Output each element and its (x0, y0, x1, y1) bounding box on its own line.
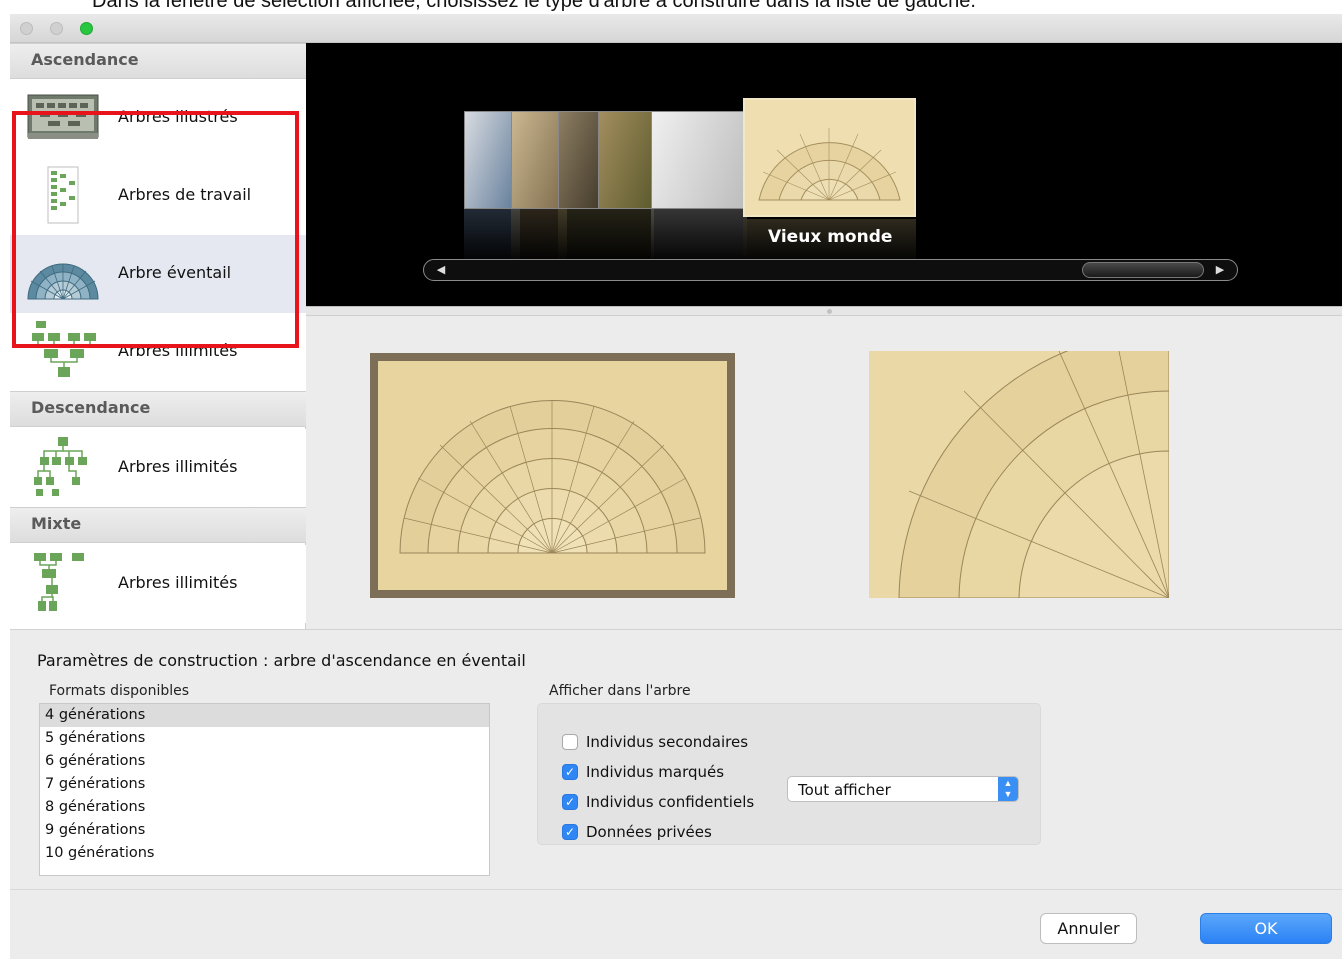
detail-preview (869, 351, 1169, 598)
reflection (558, 209, 654, 265)
close-button[interactable] (20, 22, 33, 35)
format-item[interactable]: 9 générations (40, 819, 489, 842)
chevron-updown-icon[interactable]: ▲ ▼ (998, 777, 1018, 801)
checkbox-marques[interactable]: ✓ (562, 764, 578, 780)
divider (10, 629, 1342, 630)
pane-splitter[interactable] (306, 306, 1342, 316)
sidebar-item-label: Arbres illimités (118, 341, 238, 360)
ok-button[interactable]: OK (1200, 913, 1332, 944)
fan-tree-icon (27, 263, 99, 300)
format-item[interactable]: 8 générations (40, 796, 489, 819)
option-label: Données privées (586, 823, 712, 841)
tree-selection-window: Ascendance Arbres illustrés Arbres de tr… (10, 14, 1342, 959)
format-item[interactable]: 4 générations (40, 704, 489, 727)
style-thumbnail-5[interactable] (651, 111, 747, 209)
style-thumbnail-4[interactable] (598, 111, 654, 209)
params-title: Paramètres de construction : arbre d'asc… (37, 651, 526, 670)
reflection (651, 209, 747, 265)
zoom-button[interactable] (80, 22, 93, 35)
minimize-button[interactable] (50, 22, 63, 35)
illustrated-tree-icon (27, 94, 99, 139)
full-tree-preview (370, 353, 735, 598)
carousel-scrollbar[interactable]: ◀ ▶ (423, 259, 1238, 281)
sidebar-item-label: Arbres illustrés (118, 107, 238, 126)
section-header-ascendance: Ascendance (10, 43, 306, 79)
option-label: Individus confidentiels (586, 793, 755, 811)
style-thumbnail-selected[interactable] (743, 98, 916, 217)
format-item[interactable]: 6 générations (40, 750, 489, 773)
sidebar-item-label: Arbre éventail (118, 263, 232, 282)
selected-style-name: Vieux monde (768, 227, 893, 247)
checkbox-confidentiels[interactable]: ✓ (562, 794, 578, 810)
preview-area (306, 316, 1342, 629)
select-value: Tout afficher (798, 781, 891, 799)
sidebar-item-label: Arbres illimités (118, 457, 238, 476)
sidebar-item-label: Arbres illimités (118, 573, 238, 592)
checkbox-donnees-privees[interactable]: ✓ (562, 824, 578, 840)
mixed-tree-icon (34, 553, 84, 611)
sidebar-item-arbres-de-travail[interactable]: Arbres de travail (10, 157, 306, 235)
section-header-mixte: Mixte (10, 507, 306, 543)
option-label: Individus marqués (586, 763, 725, 781)
sidebar-item-label: Arbres de travail (118, 185, 252, 204)
sidebar-item-arbres-illimites-mixte[interactable]: Arbres illimités (10, 545, 306, 623)
style-carousel: Vieux monde ◀ ▶ (306, 43, 1342, 306)
sidebar-item-arbre-eventail[interactable]: Arbre éventail (10, 235, 306, 313)
format-item[interactable]: 10 générations (40, 842, 489, 865)
divider (10, 889, 1342, 890)
confidential-display-select[interactable]: Tout afficher ▲ ▼ (787, 776, 1019, 802)
cancel-button[interactable]: Annuler (1040, 913, 1137, 944)
caption-text: Dans la fenêtre de sélection affichée, c… (92, 0, 976, 12)
fan-chart-preview (758, 128, 901, 201)
format-item[interactable]: 5 générations (40, 727, 489, 750)
sidebar-item-arbres-illustres[interactable]: Arbres illustrés (10, 79, 306, 157)
checkbox-secondaires[interactable] (562, 734, 578, 750)
tree-type-sidebar: Ascendance Arbres illustrés Arbres de tr… (10, 43, 306, 629)
scroll-right-icon[interactable]: ▶ (1205, 261, 1235, 279)
format-item[interactable]: 7 générations (40, 773, 489, 796)
option-label: Individus secondaires (586, 733, 749, 751)
formats-list[interactable]: 4 générations 5 générations 6 génération… (39, 703, 490, 876)
title-bar (10, 14, 1342, 43)
section-header-descendance: Descendance (10, 391, 306, 427)
afficher-label: Afficher dans l'arbre (549, 683, 691, 699)
formats-label: Formats disponibles (49, 683, 190, 699)
splitter-handle[interactable] (827, 309, 832, 314)
display-options-box: Individus secondaires ✓ Individus marqué… (537, 703, 1041, 845)
scroll-left-icon[interactable]: ◀ (426, 261, 456, 279)
scroll-knob[interactable] (1082, 262, 1204, 278)
unlimited-tree-icon (32, 321, 96, 377)
working-tree-icon (47, 166, 79, 224)
sidebar-item-arbres-illimites-descendance[interactable]: Arbres illimités (10, 429, 306, 507)
sidebar-item-arbres-illimites-ascendance[interactable]: Arbres illimités (10, 313, 306, 391)
descendant-tree-icon (34, 437, 87, 496)
